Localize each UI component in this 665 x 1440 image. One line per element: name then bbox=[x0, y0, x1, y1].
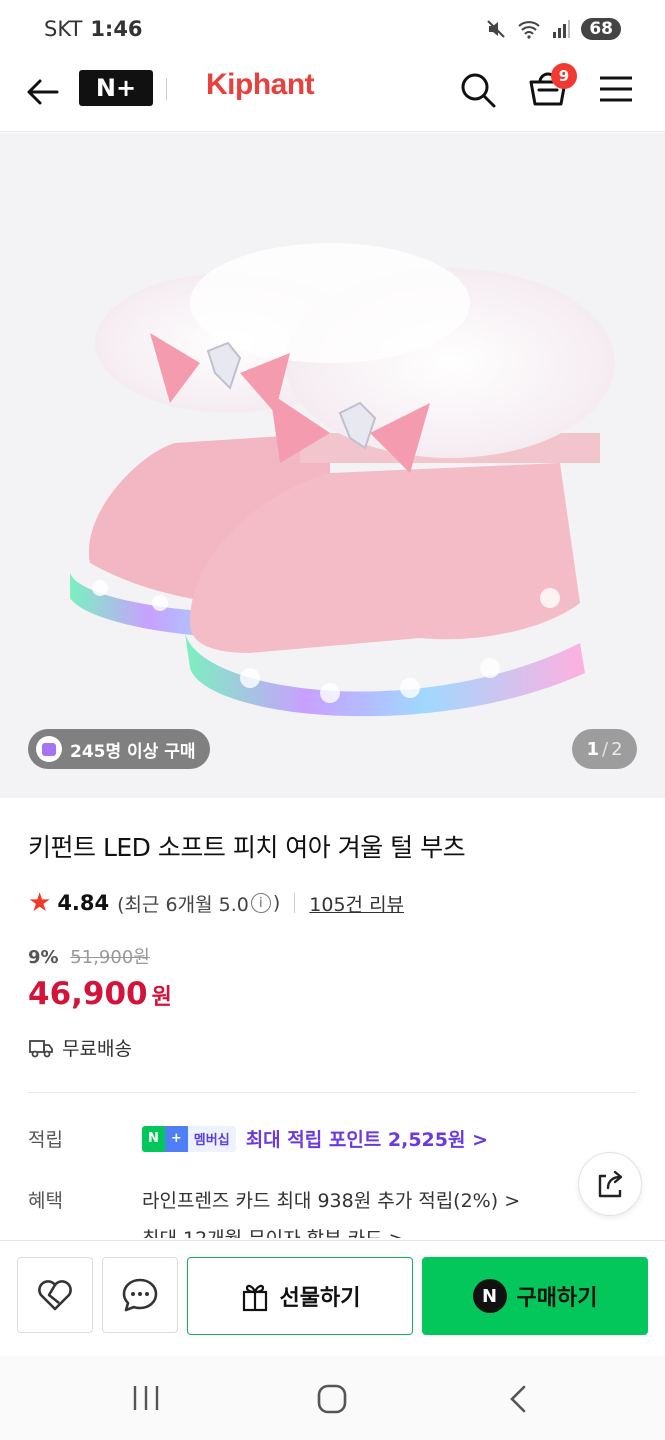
rating-row: ★ 4.84 (최근 6개월 5.0 i ) 105건 리뷰 bbox=[28, 888, 404, 918]
buy-button[interactable]: N 구매하기 bbox=[422, 1257, 648, 1335]
discount-rate: 9% bbox=[28, 947, 59, 968]
divider bbox=[294, 893, 296, 913]
total-pages: 2 bbox=[611, 738, 623, 760]
nplus-membership-badge: N + 멤버십 bbox=[142, 1125, 236, 1152]
chat-button[interactable] bbox=[102, 1257, 178, 1333]
cart-count-badge: 9 bbox=[551, 63, 577, 89]
wishlist-button[interactable] bbox=[17, 1257, 93, 1333]
chevron-left-icon bbox=[510, 1385, 526, 1413]
menu-button[interactable] bbox=[598, 74, 634, 104]
home-button[interactable] bbox=[316, 1383, 348, 1415]
hamburger-icon bbox=[600, 76, 632, 102]
star-icon: ★ bbox=[28, 888, 52, 918]
share-button[interactable] bbox=[578, 1152, 642, 1216]
battery-indicator: 68 bbox=[581, 18, 621, 40]
search-button[interactable] bbox=[458, 70, 498, 110]
shipping-info: 무료배송 bbox=[28, 1034, 132, 1061]
clock: 1:46 bbox=[90, 17, 143, 41]
info-icon[interactable]: i bbox=[250, 893, 271, 913]
logo-text: N+ bbox=[95, 74, 137, 102]
search-icon bbox=[461, 73, 496, 108]
image-page-indicator: 1/2 bbox=[572, 729, 637, 769]
back-button[interactable] bbox=[22, 72, 62, 112]
review-link[interactable]: 105건 리뷰 bbox=[309, 890, 404, 917]
product-title: 키펀트 LED 소프트 피치 여아 겨울 털 부츠 bbox=[28, 833, 466, 862]
naver-plus-logo[interactable]: N+ bbox=[79, 70, 153, 106]
recent-apps-icon bbox=[133, 1386, 159, 1410]
wifi-icon bbox=[518, 21, 540, 39]
installment-benefit-link[interactable]: 최대 12개월 무이자 할부 카드 > bbox=[142, 1224, 405, 1238]
sale-price: 46,900 bbox=[28, 976, 148, 1012]
chat-bubble-icon bbox=[122, 1278, 158, 1312]
section-divider bbox=[28, 1092, 636, 1093]
currency: 원 bbox=[151, 985, 172, 1010]
badge-plus: + bbox=[164, 1125, 188, 1152]
shipping-text: 무료배송 bbox=[62, 1038, 132, 1060]
rating-detail: (최근 6개월 5.0 bbox=[117, 893, 249, 916]
purchase-count-badge: 245명 이상 구매 bbox=[28, 729, 210, 769]
points-label: 적립 bbox=[28, 1129, 63, 1151]
sale-price-row: 46,900 원 bbox=[28, 976, 172, 1012]
product-image[interactable] bbox=[0, 133, 665, 798]
points-row[interactable]: N + 멤버십 최대 적립 포인트 2,525원 > bbox=[142, 1125, 488, 1152]
recent-apps-button[interactable] bbox=[130, 1384, 162, 1412]
buy-label: 구매하기 bbox=[516, 1286, 598, 1311]
purchase-count-text: 245명 이상 구매 bbox=[70, 741, 196, 762]
status-bar: SKT 1:46 68 bbox=[0, 0, 665, 58]
store-brand[interactable]: Kiphant bbox=[206, 68, 315, 102]
share-icon bbox=[598, 1170, 623, 1198]
gift-icon bbox=[242, 1284, 267, 1312]
carrier: SKT bbox=[44, 17, 83, 41]
bottom-action-bar: 선물하기 N 구매하기 bbox=[0, 1240, 665, 1352]
truck-icon bbox=[29, 1039, 53, 1057]
badge-n: N bbox=[142, 1125, 165, 1152]
max-points-link[interactable]: 최대 적립 포인트 2,525원 > bbox=[246, 1125, 488, 1152]
arrow-left-icon bbox=[27, 79, 59, 105]
rating-value: 4.84 bbox=[57, 891, 110, 915]
card-benefit-link[interactable]: 라인프렌즈 카드 최대 938원 추가 적립(2%) > bbox=[142, 1186, 520, 1213]
current-page: 1 bbox=[586, 738, 599, 760]
gift-button[interactable]: 선물하기 bbox=[187, 1257, 413, 1335]
system-nav-bar bbox=[0, 1356, 665, 1440]
discount-row: 9% 51,900원 bbox=[28, 943, 150, 969]
original-price: 51,900원 bbox=[70, 947, 150, 968]
benefit-label: 혜택 bbox=[28, 1190, 63, 1212]
shopping-bag-icon bbox=[36, 736, 62, 762]
divider bbox=[166, 78, 167, 100]
boots-illustration bbox=[70, 243, 615, 717]
naver-n-icon: N bbox=[472, 1279, 507, 1313]
heart-icon bbox=[38, 1280, 72, 1311]
home-icon bbox=[317, 1384, 347, 1414]
mute-icon bbox=[487, 20, 506, 38]
system-back-button[interactable] bbox=[502, 1383, 534, 1415]
gift-label: 선물하기 bbox=[279, 1286, 361, 1311]
rating-detail-close: ) bbox=[272, 892, 281, 914]
signal-icon bbox=[553, 20, 571, 38]
badge-membership: 멤버십 bbox=[187, 1125, 236, 1152]
